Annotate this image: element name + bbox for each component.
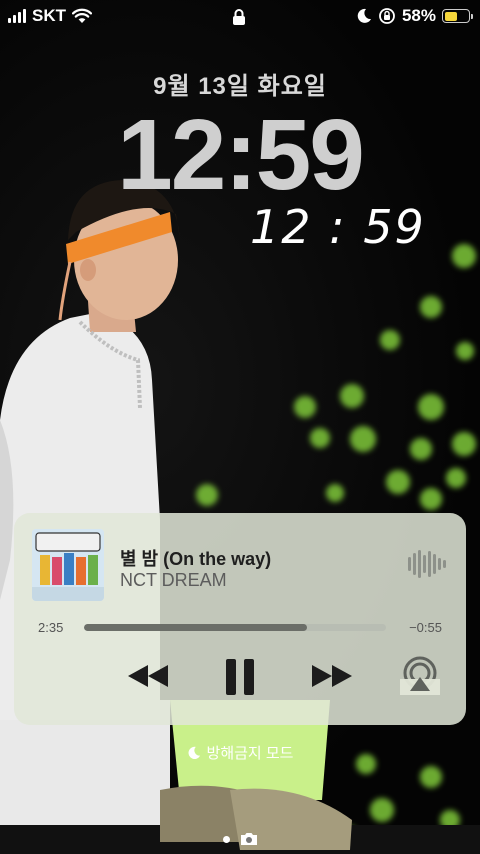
fast-forward-button[interactable] bbox=[308, 661, 354, 691]
signal-icon bbox=[8, 9, 26, 23]
battery-icon bbox=[442, 9, 473, 23]
lock-icon bbox=[233, 9, 245, 25]
progress-scrubber[interactable] bbox=[84, 624, 386, 631]
lock-clock: 12:59 bbox=[117, 99, 365, 211]
focus-mode-indicator[interactable]: 방해금지 모드 bbox=[0, 742, 480, 763]
battery-level bbox=[444, 11, 458, 21]
remaining-time: −0:55 bbox=[409, 620, 442, 635]
battery-percent: 58% bbox=[401, 6, 436, 25]
wifi-icon bbox=[72, 8, 92, 23]
pause-button[interactable] bbox=[222, 657, 258, 697]
elapsed-time: 2:35 bbox=[38, 620, 64, 635]
album-art[interactable] bbox=[32, 529, 104, 601]
rewind-button[interactable] bbox=[126, 661, 172, 691]
status-bar: SKT 58% bbox=[0, 0, 480, 34]
rewind-icon bbox=[128, 665, 168, 687]
progress-fill bbox=[84, 624, 308, 631]
airplay-icon bbox=[400, 656, 440, 695]
handwritten-time: 12 : 59 bbox=[250, 200, 426, 254]
carrier-label: SKT bbox=[32, 6, 66, 25]
now-playing-card[interactable]: 별 밤 (On the way) NCT DREAM 2:35 −0:55 bbox=[14, 513, 466, 725]
focus-mode-label: 방해금지 모드 bbox=[206, 745, 294, 762]
lock-date: 9월 13일 화요일 bbox=[153, 73, 327, 100]
artist-name: NCT DREAM bbox=[120, 570, 227, 590]
pause-icon bbox=[226, 659, 254, 695]
fast-forward-icon bbox=[312, 665, 352, 687]
orientation-lock-icon bbox=[379, 8, 395, 24]
audio-visualizer-icon bbox=[408, 549, 446, 579]
page-dot bbox=[222, 835, 230, 843]
moon-icon bbox=[188, 746, 200, 759]
song-title: 별 밤 (On the way) bbox=[120, 549, 272, 569]
moon-icon bbox=[357, 8, 371, 23]
airplay-button[interactable] bbox=[400, 655, 440, 695]
page-indicator bbox=[0, 832, 480, 846]
camera-icon[interactable] bbox=[240, 832, 258, 846]
